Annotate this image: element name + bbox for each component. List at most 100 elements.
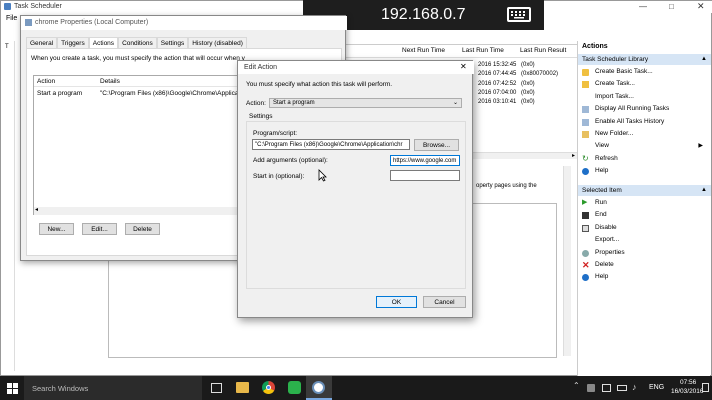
library-actions-list: Create Basic Task... Create Task... Impo…: [578, 66, 711, 178]
tab-conditions[interactable]: Conditions: [118, 37, 157, 48]
tab-history[interactable]: History (disabled): [188, 37, 247, 48]
col-next-run[interactable]: Next Run Time: [402, 47, 445, 54]
tray-icon-1[interactable]: [587, 384, 595, 392]
export-item[interactable]: Export...: [578, 234, 711, 246]
col-action[interactable]: Action: [37, 78, 55, 85]
submenu-arrow-icon: ▶: [698, 143, 703, 150]
task-scheduler-taskbar-button[interactable]: [306, 376, 332, 400]
cancel-button[interactable]: Cancel: [423, 296, 466, 308]
delete-icon: ✕: [582, 259, 590, 270]
disable-icon: [582, 224, 589, 232]
view-item[interactable]: View ▶: [578, 140, 711, 152]
chrome-icon[interactable]: [262, 381, 275, 394]
network-icon[interactable]: [602, 384, 611, 392]
edit-action-dialog: Edit Action ✕ You must specify what acti…: [237, 60, 474, 318]
feedly-icon[interactable]: [288, 381, 301, 394]
properties-tabs: General Triggers Actions Conditions Sett…: [26, 37, 247, 48]
task-view-icon[interactable]: [211, 383, 222, 393]
intro-text: When you create a task, you must specify…: [31, 55, 245, 62]
tab-general[interactable]: General: [26, 37, 58, 48]
new-folder-item[interactable]: New Folder...: [578, 128, 711, 140]
actions-panel: Actions Task Scheduler Library ▲ Create …: [577, 41, 711, 376]
properties-item[interactable]: Properties: [578, 247, 711, 259]
enable-history-item[interactable]: Enable All Tasks History: [578, 116, 711, 128]
ok-button[interactable]: OK: [376, 296, 417, 308]
file-explorer-icon[interactable]: [236, 382, 249, 393]
tab-settings[interactable]: Settings: [156, 37, 189, 48]
section-library-header[interactable]: Task Scheduler Library ▲: [578, 54, 711, 65]
notifications-icon[interactable]: [702, 383, 709, 392]
start-in-field[interactable]: [390, 170, 460, 181]
folder-icon: [582, 130, 589, 138]
edit-button[interactable]: Edit...: [82, 223, 117, 235]
new-button[interactable]: New...: [39, 223, 74, 235]
end-icon: [582, 212, 589, 220]
help-icon: [582, 168, 589, 176]
minimize-icon[interactable]: —: [639, 2, 647, 11]
col-last-run[interactable]: Last Run Time: [462, 47, 504, 54]
taskbar-search-text: Search Windows: [32, 384, 89, 393]
properties-title: chrome Properties (Local Computer): [35, 19, 149, 26]
delete-button[interactable]: Delete: [125, 223, 160, 235]
app-icon: [4, 3, 11, 10]
browse-button[interactable]: Browse...: [414, 139, 459, 151]
args-label: Add arguments (optional):: [253, 157, 328, 164]
help-selected-item[interactable]: Help: [578, 271, 711, 283]
program-label: Program/script:: [253, 130, 298, 137]
refresh-item[interactable]: ↻ Refresh: [578, 153, 711, 165]
clock-icon: [312, 381, 325, 394]
help-item[interactable]: Help: [578, 165, 711, 177]
help-icon: [582, 274, 589, 282]
col-details[interactable]: Details: [100, 78, 120, 85]
taskbar: Search Windows ⌃ ♪ ENG 07:56 16/03/2016: [0, 376, 712, 400]
col-last-result[interactable]: Last Run Result: [520, 47, 566, 54]
args-field[interactable]: https://www.google.com: [390, 155, 460, 166]
edit-titlebar: Edit Action ✕: [238, 61, 474, 74]
display-running-item[interactable]: Display All Running Tasks: [578, 103, 711, 115]
language-indicator[interactable]: ENG: [649, 384, 664, 391]
action-select[interactable]: Start a program ⌄: [269, 98, 462, 108]
keyboard-icon[interactable]: [507, 7, 531, 22]
chevron-down-icon: ⌄: [452, 100, 458, 106]
actions-header: Actions: [578, 41, 711, 53]
tab-triggers[interactable]: Triggers: [57, 37, 89, 48]
create-basic-task-item[interactable]: Create Basic Task...: [578, 66, 711, 78]
collapse-icon[interactable]: ▲: [701, 54, 707, 65]
collapse-icon[interactable]: ▲: [701, 185, 707, 196]
end-item[interactable]: End: [578, 209, 711, 221]
left-tree-pane: T: [4, 41, 15, 371]
create-task-icon: [582, 81, 589, 89]
selected-actions-list: ▶ Run End Disable Export... Properties ✕ D…: [578, 197, 711, 284]
enable-history-icon: [582, 118, 589, 126]
section-selected-header[interactable]: Selected Item ▲: [578, 185, 711, 196]
refresh-icon: ↻: [582, 153, 589, 163]
properties-titlebar: chrome Properties (Local Computer): [21, 16, 347, 30]
action-label: Action:: [246, 100, 266, 107]
settings-label: Settings: [249, 113, 273, 120]
volume-icon[interactable]: ♪: [632, 382, 637, 392]
import-task-item[interactable]: Import Task...: [578, 91, 711, 103]
run-item[interactable]: ▶ Run: [578, 197, 711, 209]
file-menu[interactable]: File: [6, 15, 17, 22]
run-icon: ▶: [582, 199, 588, 206]
general-desc-text: operty pages using the: [476, 183, 537, 189]
chevron-up-icon[interactable]: ⌃: [573, 381, 580, 390]
search-box[interactable]: Search Windows: [24, 376, 202, 400]
instruction-text: You must specify what action this task w…: [246, 81, 393, 88]
battery-icon[interactable]: [617, 385, 627, 391]
maximize-icon[interactable]: □: [669, 2, 674, 11]
properties-icon: [582, 249, 589, 257]
clock-time[interactable]: 07:56: [680, 379, 696, 386]
remote-ip: 192.168.0.7: [381, 6, 466, 23]
display-running-icon: [582, 106, 589, 114]
create-task-item[interactable]: Create Task...: [578, 78, 711, 90]
windows-start-icon[interactable]: [7, 383, 18, 394]
close-icon[interactable]: ✕: [460, 62, 467, 71]
program-field[interactable]: "C:\Program Files (x86)\Google\Chrome\Ap…: [252, 139, 410, 150]
disable-item[interactable]: Disable: [578, 222, 711, 234]
tab-actions[interactable]: Actions: [88, 37, 119, 48]
delete-item[interactable]: ✕ Delete: [578, 259, 711, 271]
mouse-cursor-icon: [318, 169, 327, 182]
close-icon[interactable]: ✕: [697, 1, 705, 12]
clock-date[interactable]: 16/03/2016: [671, 388, 704, 395]
